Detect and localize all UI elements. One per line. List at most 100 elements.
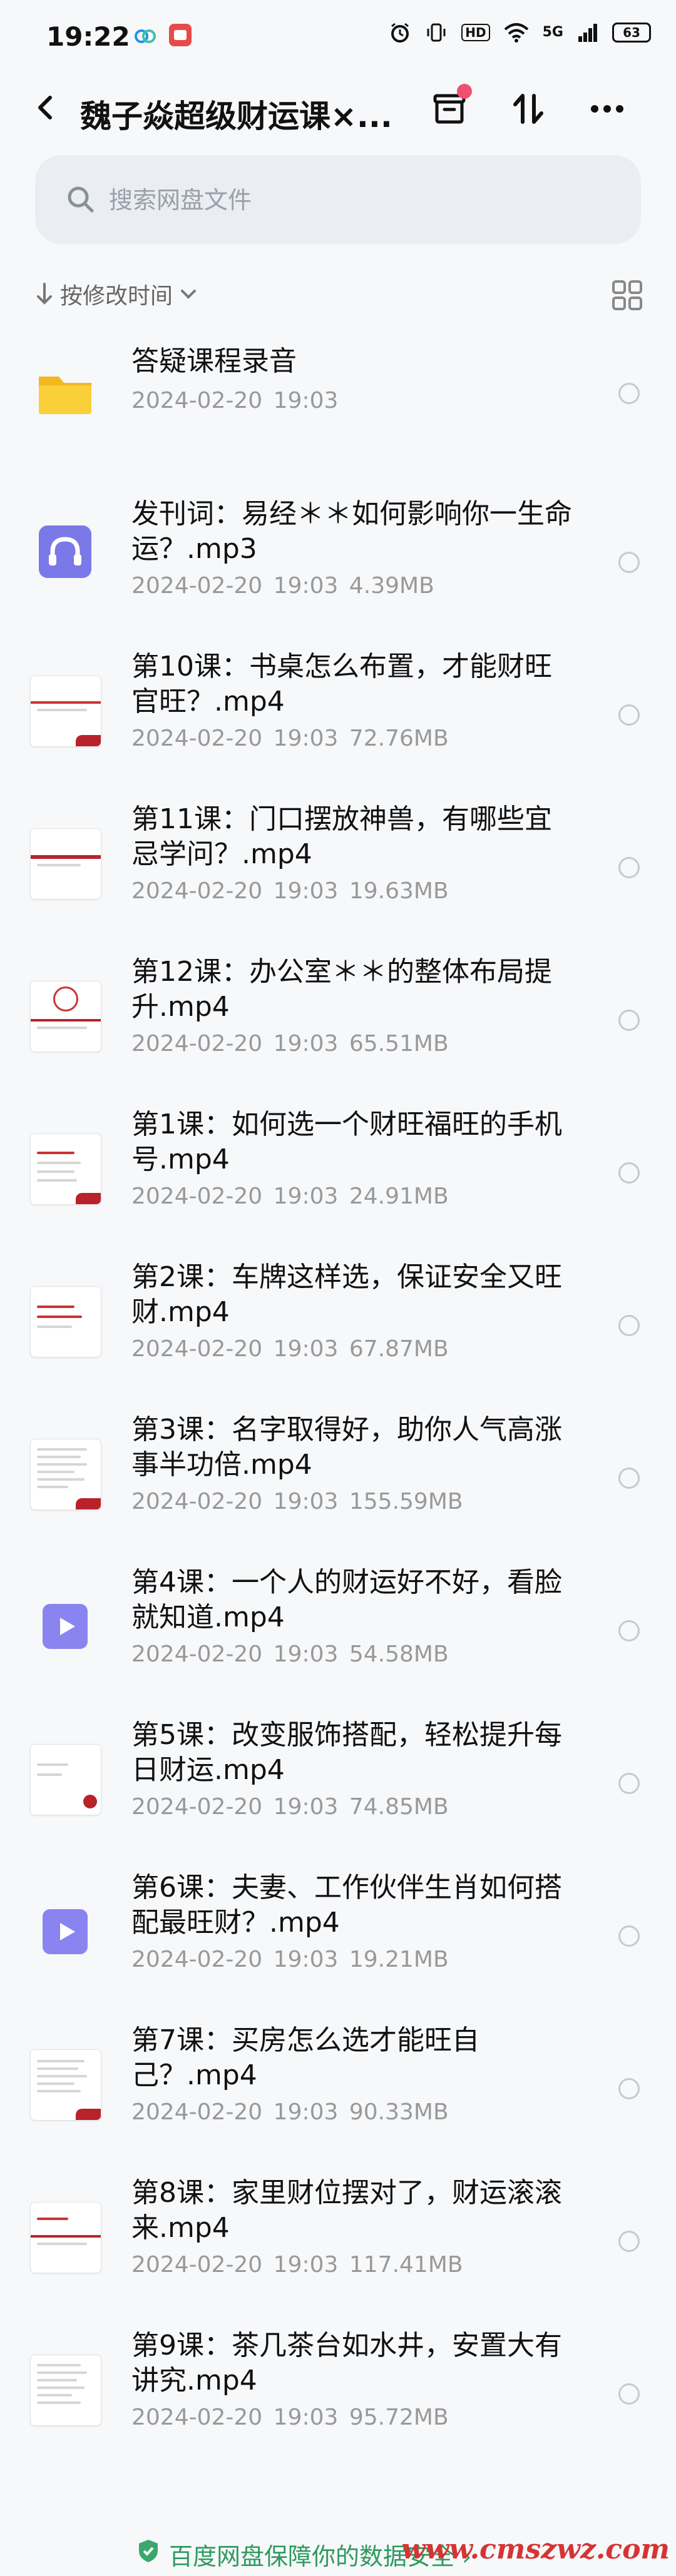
file-meta: 2024-02-20 19:03 67.87MB xyxy=(131,1336,449,1362)
file-list-item[interactable]: 第4课：一个人的财运好不好，看脸就知道.mp4 2024-02-20 19:03… xyxy=(0,1546,676,1699)
file-list-item[interactable]: 第3课：名字取得好，助你人气高涨事半功倍.mp4 2024-02-20 19:0… xyxy=(0,1394,676,1546)
file-list-item[interactable]: 答疑课程录音 2024-02-20 19:03 xyxy=(0,325,676,478)
select-checkbox[interactable] xyxy=(618,1162,640,1184)
video-thumbnail xyxy=(30,2049,101,2121)
page-title: 魏子焱超级财运课×... xyxy=(80,98,392,134)
file-list-item[interactable]: 第2课：车牌这样选，保证安全又旺财.mp4 2024-02-20 19:03 6… xyxy=(0,1241,676,1394)
cloud-sync-icon xyxy=(135,29,156,43)
file-name: 第8课：家里财位摆对了，财运滚滚来.mp4 xyxy=(131,2177,562,2244)
file-list-item[interactable]: 第9课：茶几茶台如水井，安置大有讲究.mp4 2024-02-20 19:03 … xyxy=(0,2310,676,2462)
video-thumbnail xyxy=(30,1286,101,1357)
select-checkbox[interactable] xyxy=(618,2078,640,2099)
sort-order-button[interactable] xyxy=(504,85,552,133)
back-button[interactable] xyxy=(28,89,65,126)
file-name: 发刊词：易经＊＊如何影响你一生命运？.mp3 xyxy=(131,498,572,565)
hd-icon: HD xyxy=(461,24,490,41)
file-name: 第2课：车牌这样选，保证安全又旺财.mp4 xyxy=(131,1261,562,1328)
alarm-icon xyxy=(391,23,409,43)
status-time: 19:22 xyxy=(46,21,130,52)
file-list: 答疑课程录音 2024-02-20 19:03 发刊词：易经＊＊如何影响你一生命… xyxy=(0,325,676,2462)
vibrate-icon xyxy=(427,23,446,42)
file-meta: 2024-02-20 19:03 xyxy=(131,388,339,413)
status-bar: 19:22 HD 5G 63 xyxy=(0,0,676,75)
file-meta: 2024-02-20 19:03 54.58MB xyxy=(131,1641,449,1667)
video-thumbnail xyxy=(30,1133,101,1205)
notification-dot xyxy=(457,84,472,99)
chevron-left-icon xyxy=(38,96,52,119)
shield-check-icon xyxy=(139,2540,158,2562)
top-navigation-bar: 魏子焱超级财运课×... xyxy=(0,75,676,144)
video-thumbnail xyxy=(30,1439,101,1510)
file-meta: 2024-02-20 19:03 19.21MB xyxy=(131,1947,449,1972)
select-checkbox[interactable] xyxy=(618,2383,640,2405)
select-checkbox[interactable] xyxy=(618,1620,640,1641)
file-list-item[interactable]: 第7课：买房怎么选才能旺自己？.mp4 2024-02-20 19:03 90.… xyxy=(0,2004,676,2157)
search-bar[interactable] xyxy=(35,155,641,244)
file-name: 第5课：改变服饰搭配，轻松提升每日财运.mp4 xyxy=(131,1719,562,1786)
file-list-item[interactable]: 发刊词：易经＊＊如何影响你一生命运？.mp3 2024-02-20 19:03 … xyxy=(0,478,676,631)
select-checkbox[interactable] xyxy=(618,1468,640,1489)
watermark-logo: www.cmszwz.com xyxy=(401,2533,670,2565)
file-list-item[interactable]: 第8课：家里财位摆对了，财运滚滚来.mp4 2024-02-20 19:03 1… xyxy=(0,2157,676,2310)
battery-icon: 63 xyxy=(612,23,651,43)
video-thumbnail xyxy=(30,828,101,900)
select-checkbox[interactable] xyxy=(618,383,640,404)
status-indicators: HD 5G 63 xyxy=(389,21,651,44)
file-list-item[interactable]: 第5课：改变服饰搭配，轻松提升每日财运.mp4 2024-02-20 19:03… xyxy=(0,1699,676,1852)
select-checkbox[interactable] xyxy=(618,857,640,878)
video-thumbnail xyxy=(30,981,101,1052)
footer-banner: 百度网盘保障你的数据安全 › www.cmszwz.com xyxy=(0,2527,676,2576)
file-meta: 2024-02-20 19:03 65.51MB xyxy=(131,1031,449,1057)
select-checkbox[interactable] xyxy=(618,552,640,573)
audio-file-icon xyxy=(39,525,91,578)
grid-view-icon[interactable] xyxy=(611,279,643,312)
more-options-button[interactable] xyxy=(583,85,631,133)
select-checkbox[interactable] xyxy=(618,1925,640,1947)
file-name: 第1课：如何选一个财旺福旺的手机号.mp4 xyxy=(131,1108,562,1175)
file-meta: 2024-02-20 19:03 72.76MB xyxy=(131,726,449,751)
video-thumbnail xyxy=(30,2202,101,2273)
video-thumbnail xyxy=(30,2355,101,2426)
select-checkbox[interactable] xyxy=(618,1315,640,1336)
swap-vertical-icon xyxy=(513,94,543,124)
file-name: 第7课：买房怎么选才能旺自己？.mp4 xyxy=(131,2024,479,2091)
file-list-item[interactable]: 第11课：门口摆放神兽，有哪些宜忌学问？.mp4 2024-02-20 19:0… xyxy=(0,783,676,936)
select-checkbox[interactable] xyxy=(618,1010,640,1031)
file-name: 第6课：夫妻、工作伙伴生肖如何搭配最旺财？.mp4 xyxy=(131,1872,562,1939)
search-input[interactable] xyxy=(108,180,611,220)
sort-bar: 按修改时间 xyxy=(0,269,676,319)
file-meta: 2024-02-20 19:03 95.72MB xyxy=(131,2405,449,2430)
network-type: 5G xyxy=(542,24,563,40)
file-list-item[interactable]: 第10课：书桌怎么布置，才能财旺官旺？.mp4 2024-02-20 19:03… xyxy=(0,631,676,783)
file-meta: 2024-02-20 19:03 90.33MB xyxy=(131,2099,449,2125)
file-meta: 2024-02-20 19:03 4.39MB xyxy=(131,573,434,599)
file-list-item[interactable]: 第1课：如何选一个财旺福旺的手机号.mp4 2024-02-20 19:03 2… xyxy=(0,1088,676,1241)
file-name: 第10课：书桌怎么布置，才能财旺官旺？.mp4 xyxy=(131,651,552,718)
select-checkbox[interactable] xyxy=(618,2231,640,2252)
file-meta: 2024-02-20 19:03 117.41MB xyxy=(131,2252,463,2278)
file-meta: 2024-02-20 19:03 24.91MB xyxy=(131,1184,449,1209)
wifi-icon xyxy=(504,23,528,43)
file-list-item[interactable]: 第12课：办公室＊＊的整体布局提升.mp4 2024-02-20 19:03 6… xyxy=(0,936,676,1088)
file-name: 答疑课程录音 xyxy=(131,345,297,377)
file-list-item[interactable]: 第6课：夫妻、工作伙伴生肖如何搭配最旺财？.mp4 2024-02-20 19:… xyxy=(0,1852,676,2004)
file-meta: 2024-02-20 19:03 19.63MB xyxy=(131,878,449,904)
file-name: 第9课：茶几茶台如水井，安置大有讲究.mp4 xyxy=(131,2330,562,2396)
signal-icon xyxy=(578,24,597,42)
more-dots-icon xyxy=(591,105,623,113)
file-name: 第11课：门口摆放神兽，有哪些宜忌学问？.mp4 xyxy=(131,803,552,870)
file-meta: 2024-02-20 19:03 155.59MB xyxy=(131,1489,463,1514)
file-name: 第3课：名字取得好，助你人气高涨事半功倍.mp4 xyxy=(131,1414,562,1481)
search-icon xyxy=(68,186,94,213)
sort-by-modified-button[interactable]: 按修改时间 xyxy=(35,278,198,310)
battery-level: 63 xyxy=(623,25,640,40)
video-file-icon xyxy=(43,1604,88,1649)
transfer-list-button[interactable] xyxy=(426,84,473,133)
select-checkbox[interactable] xyxy=(618,1773,640,1794)
file-meta: 2024-02-20 19:03 74.85MB xyxy=(131,1794,449,1820)
video-thumbnail xyxy=(30,1744,101,1815)
file-name: 第4课：一个人的财运好不好，看脸就知道.mp4 xyxy=(131,1566,562,1633)
select-checkbox[interactable] xyxy=(618,704,640,726)
chevron-down-icon xyxy=(181,290,197,299)
play-icon xyxy=(60,1923,75,1940)
